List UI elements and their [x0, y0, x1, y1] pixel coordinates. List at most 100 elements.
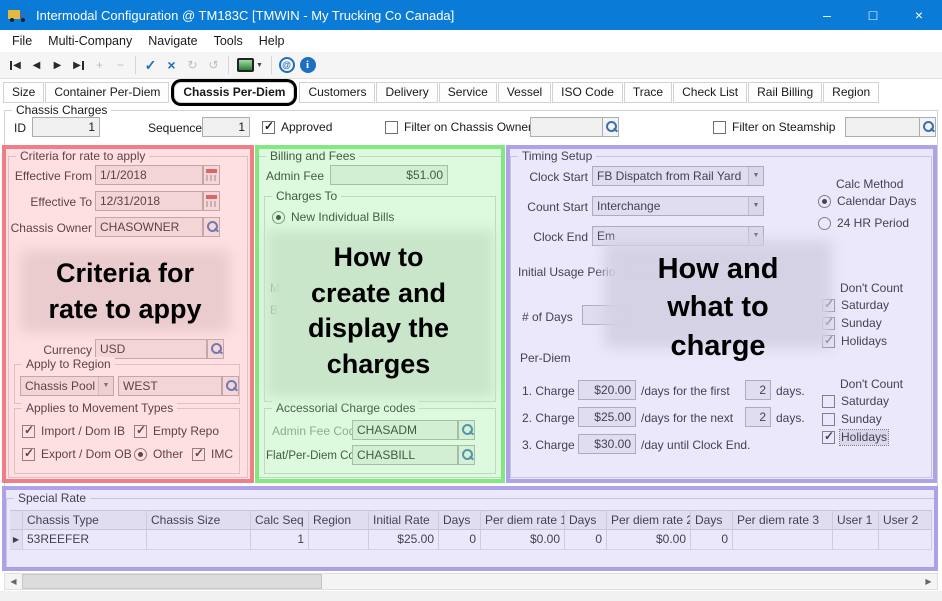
cell-initial-rate[interactable]: $25.00: [369, 530, 439, 550]
cell-chassis-type[interactable]: 53REEFER: [23, 530, 147, 550]
chassis-owner-lookup-icon[interactable]: [602, 117, 619, 137]
col-region[interactable]: Region: [309, 510, 369, 530]
horizontal-scrollbar[interactable]: ◀ ▶: [4, 573, 938, 590]
chassis-owner-field[interactable]: CHASOWNER: [95, 217, 203, 237]
first-record-icon[interactable]: ◀: [5, 54, 26, 76]
admin-fee-code-lookup-icon[interactable]: [458, 420, 475, 440]
tab-service[interactable]: Service: [439, 82, 497, 103]
sequence-field[interactable]: 1: [202, 117, 250, 137]
chassis-pool-dropdown[interactable]: Chassis Pool ▼: [20, 376, 114, 396]
undo-icon[interactable]: ↺: [203, 54, 224, 76]
refresh-icon[interactable]: ↻: [182, 54, 203, 76]
row-marker-icon[interactable]: ▶: [10, 530, 23, 550]
new-individual-bills-radio[interactable]: New Individual Bills: [272, 210, 395, 225]
tab-trace[interactable]: Trace: [624, 82, 672, 103]
scrollbar-thumb[interactable]: [22, 574, 322, 589]
info-icon[interactable]: i: [297, 54, 318, 76]
col-chassis-size[interactable]: Chassis Size: [147, 510, 251, 530]
24hr-period-radio[interactable]: 24 HR Period: [818, 216, 910, 231]
cell-per-diem-rate-3[interactable]: [733, 530, 833, 550]
num-days-field[interactable]: [582, 305, 628, 325]
dc2-sunday-checkbox[interactable]: Sunday: [822, 412, 883, 427]
approved-checkbox[interactable]: Approved: [262, 120, 333, 135]
flat-per-diem-code-field[interactable]: CHASBILL: [352, 445, 458, 465]
chevron-down-icon[interactable]: ▼: [748, 197, 763, 215]
chevron-down-icon[interactable]: ▼: [748, 167, 763, 185]
tab-iso-code[interactable]: ISO Code: [552, 82, 623, 103]
cell-user-2[interactable]: [879, 530, 932, 550]
dc1-holidays-checkbox[interactable]: Holidays: [822, 334, 888, 349]
flat-per-diem-code-lookup-icon[interactable]: [458, 445, 475, 465]
filter-chassis-owner-field[interactable]: [530, 117, 603, 137]
cell-days-2[interactable]: 0: [565, 530, 607, 550]
clock-end-dropdown[interactable]: Em ▼: [592, 226, 764, 246]
col-per-diem-rate-3[interactable]: Per diem rate 3: [733, 510, 833, 530]
cell-user-1[interactable]: [833, 530, 879, 550]
col-calc-seq[interactable]: Calc Seq: [251, 510, 309, 530]
save-icon[interactable]: ✓: [140, 54, 161, 76]
id-field[interactable]: 1: [32, 117, 100, 137]
tab-region[interactable]: Region: [823, 82, 879, 103]
chevron-down-icon[interactable]: ▼: [98, 377, 113, 395]
col-user-1[interactable]: User 1: [833, 510, 879, 530]
tab-rail-billing[interactable]: Rail Billing: [748, 82, 822, 103]
count-start-dropdown[interactable]: Interchange ▼: [592, 196, 764, 216]
dc2-holidays-checkbox[interactable]: Holidays: [822, 430, 888, 445]
dc1-saturday-checkbox[interactable]: Saturday: [822, 298, 890, 313]
minimize-button[interactable]: –: [804, 0, 850, 30]
col-initial-rate[interactable]: Initial Rate: [369, 510, 439, 530]
region-lookup-icon[interactable]: [222, 376, 239, 396]
col-days-2[interactable]: Days: [565, 510, 607, 530]
screen-tool-icon[interactable]: ▼: [233, 54, 267, 76]
tab-customers[interactable]: Customers: [299, 82, 375, 103]
maximize-button[interactable]: □: [850, 0, 896, 30]
charge2-days-field[interactable]: 2: [745, 407, 771, 427]
chevron-down-icon[interactable]: ▼: [256, 62, 263, 69]
effective-to-field[interactable]: 12/31/2018: [95, 191, 203, 211]
chassis-owner-field-lookup-icon[interactable]: [203, 217, 220, 237]
menu-help[interactable]: Help: [251, 30, 293, 52]
tab-vessel[interactable]: Vessel: [498, 82, 551, 103]
effective-from-field[interactable]: 1/1/2018: [95, 165, 203, 185]
tab-container-per-diem[interactable]: Container Per-Diem: [45, 82, 169, 103]
imc-checkbox[interactable]: IMC: [192, 447, 234, 462]
charge3-amount-field[interactable]: $30.00: [578, 434, 636, 454]
menu-file[interactable]: File: [4, 30, 40, 52]
col-per-diem-rate-2[interactable]: Per diem rate 2: [607, 510, 691, 530]
cell-per-diem-rate-1[interactable]: $0.00: [481, 530, 565, 550]
steamship-lookup-icon[interactable]: [919, 117, 936, 137]
effective-from-calendar-icon[interactable]: [203, 165, 220, 185]
chevron-down-icon[interactable]: ▼: [748, 227, 763, 245]
dc2-saturday-checkbox[interactable]: Saturday: [822, 394, 890, 409]
effective-to-calendar-icon[interactable]: [203, 191, 220, 211]
admin-fee-field[interactable]: $51.00: [330, 165, 448, 185]
clock-start-dropdown[interactable]: FB Dispatch from Rail Yard ▼: [592, 166, 764, 186]
charge2-amount-field[interactable]: $25.00: [578, 407, 636, 427]
col-days-3[interactable]: Days: [691, 510, 733, 530]
admin-fee-code-field[interactable]: CHASADM: [352, 420, 458, 440]
cell-days-3[interactable]: 0: [691, 530, 733, 550]
tab-check-list[interactable]: Check List: [673, 82, 747, 103]
col-per-diem-rate-1[interactable]: Per diem rate 1: [481, 510, 565, 530]
delete-record-icon[interactable]: −: [110, 54, 131, 76]
calendar-days-radio[interactable]: Calendar Days: [818, 194, 917, 209]
scroll-right-icon[interactable]: ▶: [920, 574, 937, 589]
next-record-icon[interactable]: ▶: [47, 54, 68, 76]
tab-chassis-per-diem[interactable]: Chassis Per-Diem: [174, 82, 294, 103]
initial-usage-period-field[interactable]: [628, 260, 748, 280]
cell-chassis-size[interactable]: [147, 530, 251, 550]
website-icon[interactable]: @: [276, 54, 297, 76]
cell-calc-seq[interactable]: 1: [251, 530, 309, 550]
menu-tools[interactable]: Tools: [206, 30, 251, 52]
last-record-icon[interactable]: ▶: [68, 54, 89, 76]
empty-repo-checkbox[interactable]: Empty Repo: [134, 424, 220, 439]
charge1-days-field[interactable]: 2: [745, 380, 771, 400]
scroll-left-icon[interactable]: ◀: [5, 574, 22, 589]
filter-chassis-owner-checkbox[interactable]: Filter on Chassis Owner: [385, 120, 533, 135]
currency-lookup-icon[interactable]: [207, 339, 224, 359]
add-record-icon[interactable]: +: [89, 54, 110, 76]
col-days-1[interactable]: Days: [439, 510, 481, 530]
tab-delivery[interactable]: Delivery: [376, 82, 437, 103]
col-chassis-type[interactable]: Chassis Type: [23, 510, 147, 530]
cell-per-diem-rate-2[interactable]: $0.00: [607, 530, 691, 550]
